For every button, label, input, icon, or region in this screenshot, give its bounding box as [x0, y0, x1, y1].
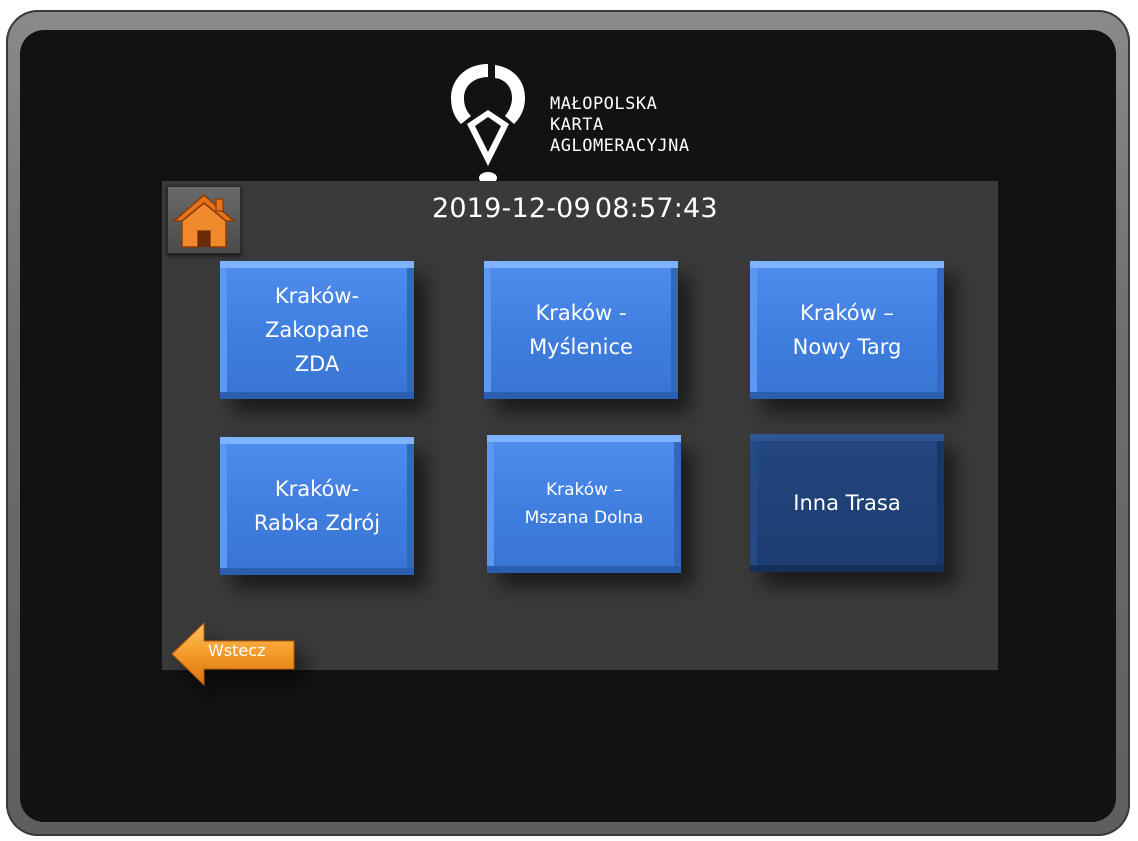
route-label: Kraków - Myślenice [529, 301, 633, 359]
back-button[interactable]: Wstecz [170, 621, 296, 687]
logo-line-3: AGLOMERACYJNA [550, 136, 690, 156]
map-pin-logo-icon [451, 64, 525, 184]
route-label: Inna Trasa [793, 491, 901, 515]
route-button-inna-trasa[interactable]: Inna Trasa [750, 434, 944, 572]
route-button-krakow-zakopane[interactable]: Kraków- Zakopane ZDA [220, 261, 414, 399]
datetime: 2019-12-09 08:57:43 [432, 193, 718, 224]
device-screen: MAŁOPOLSKA KARTA AGLOMERACYJNA 2019-12-0… [20, 30, 1116, 822]
logo-line-1: MAŁOPOLSKA [550, 94, 658, 114]
back-label: Wstecz [208, 641, 266, 660]
route-label: Kraków – Nowy Targ [792, 301, 902, 359]
logo-line-2: KARTA [550, 115, 604, 135]
logo: MAŁOPOLSKA KARTA AGLOMERACYJNA [445, 60, 745, 190]
route-label: Kraków – Mszana Dolna [524, 480, 644, 528]
route-selection-panel: 2019-12-09 08:57:43 Kraków- Zakopane ZDA … [162, 181, 998, 687]
route-button-krakow-rabka-zdroj[interactable]: Kraków- Rabka Zdrój [220, 437, 414, 575]
current-time: 08:57:43 [594, 193, 718, 224]
home-button[interactable] [167, 186, 241, 254]
route-label: Kraków- Rabka Zdrój [253, 477, 381, 535]
route-button-krakow-mszana-dolna[interactable]: Kraków – Mszana Dolna [487, 435, 681, 573]
current-date: 2019-12-09 [432, 193, 591, 224]
route-button-krakow-nowy-targ[interactable]: Kraków – Nowy Targ [750, 261, 944, 399]
device-frame: MAŁOPOLSKA KARTA AGLOMERACYJNA 2019-12-0… [6, 10, 1130, 836]
home-icon [171, 194, 237, 248]
route-label: Kraków- Zakopane ZDA [265, 284, 369, 376]
logo-text: MAŁOPOLSKA KARTA AGLOMERACYJNA [550, 94, 690, 157]
route-button-krakow-myslenice[interactable]: Kraków - Myślenice [484, 261, 678, 399]
